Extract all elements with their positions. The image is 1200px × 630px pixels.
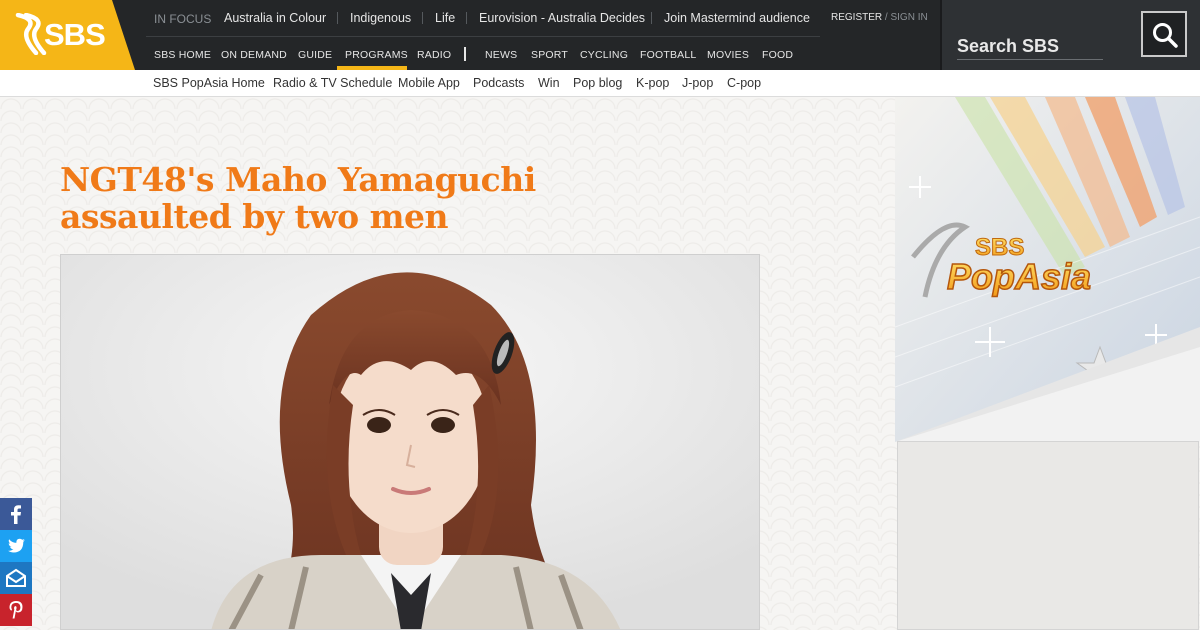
subnav-mobile-app[interactable]: Mobile App (398, 76, 460, 90)
search-button[interactable] (1141, 11, 1187, 57)
in-focus-label: IN FOCUS (154, 12, 212, 26)
nav-news[interactable]: NEWS (485, 49, 517, 61)
nav-guide[interactable]: GUIDE (298, 49, 332, 61)
share-twitter-button[interactable] (0, 530, 32, 562)
sbs-mark-icon (15, 13, 47, 55)
email-icon (6, 568, 26, 587)
banner-name: PopAsia (947, 256, 1091, 297)
portrait-illustration (61, 255, 759, 629)
account-separator: / (884, 12, 888, 23)
nav-sbs-home[interactable]: SBS HOME (154, 49, 211, 61)
nav-radio[interactable]: RADIO (417, 49, 451, 61)
separator (651, 12, 652, 24)
nav-divider (464, 47, 466, 61)
subnav-popasia-home[interactable]: SBS PopAsia Home (153, 76, 265, 90)
subnav-win[interactable]: Win (538, 76, 560, 90)
twitter-icon (8, 538, 25, 553)
nav-movies[interactable]: MOVIES (707, 49, 749, 61)
popasia-banner-art: SBS PopAsia (895, 97, 1200, 442)
subnav-schedule[interactable]: Radio & TV Schedule (273, 76, 392, 90)
in-focus-link-australia-in-colour[interactable]: Australia in Colour (224, 11, 326, 25)
article-title-line1: NGT48's Maho Yamaguchi (60, 160, 536, 199)
popasia-banner: SBS PopAsia (895, 97, 1200, 442)
separator (422, 12, 423, 24)
advertisement-panel (897, 441, 1199, 630)
nav-food[interactable]: FOOD (762, 49, 793, 61)
pinterest-icon (9, 601, 23, 619)
sign-in-link[interactable]: SIGN IN (890, 12, 927, 23)
account-links: REGISTER / SIGN IN (831, 12, 928, 23)
in-focus-bar: IN FOCUS Australia in Colour Indigenous … (146, 0, 820, 37)
share-pinterest-button[interactable] (0, 594, 32, 626)
nav-on-demand[interactable]: ON DEMAND (221, 49, 287, 61)
popasia-subnav: SBS PopAsia Home Radio & TV Schedule Mob… (0, 70, 1200, 97)
nav-football[interactable]: FOOTBALL (640, 49, 696, 61)
nav-cycling[interactable]: CYCLING (580, 49, 628, 61)
article-title-line2: assaulted by two men (60, 197, 449, 236)
search-input[interactable]: Search SBS (957, 36, 1059, 57)
article-title: NGT48's Maho Yamaguchi assaulted by two … (60, 161, 580, 235)
nav-programs[interactable]: PROGRAMS (345, 49, 408, 61)
logo-text: SBS (44, 17, 106, 52)
in-focus-link-eurovision[interactable]: Eurovision - Australia Decides (479, 11, 645, 25)
facebook-icon (11, 505, 21, 524)
separator (466, 12, 467, 24)
subnav-k-pop[interactable]: K-pop (636, 76, 669, 90)
share-email-button[interactable] (0, 562, 32, 594)
subnav-pop-blog[interactable]: Pop blog (573, 76, 622, 90)
separator (337, 12, 338, 24)
subnav-podcasts[interactable]: Podcasts (473, 76, 524, 90)
article-photo (60, 254, 760, 630)
share-facebook-button[interactable] (0, 498, 32, 530)
subnav-c-pop[interactable]: C-pop (727, 76, 761, 90)
in-focus-link-mastermind[interactable]: Join Mastermind audience (664, 11, 810, 25)
sbs-logo[interactable]: SBS (0, 0, 135, 70)
search-underline (957, 59, 1103, 60)
subnav-j-pop[interactable]: J-pop (682, 76, 713, 90)
register-link[interactable]: REGISTER (831, 12, 882, 23)
search-icon (1153, 23, 1178, 48)
nav-sport[interactable]: SPORT (531, 49, 568, 61)
in-focus-link-indigenous[interactable]: Indigenous (350, 11, 411, 25)
site-header: SBS IN FOCUS Australia in Colour Indigen… (0, 0, 1200, 70)
in-focus-link-life[interactable]: Life (435, 11, 455, 25)
